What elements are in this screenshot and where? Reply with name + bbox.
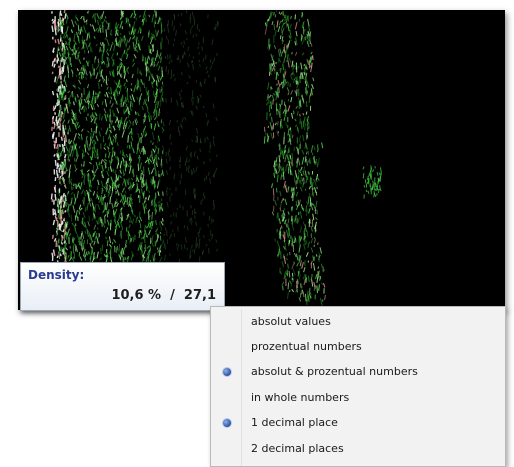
menu-item-absolut-values[interactable]: absolut values <box>211 310 505 335</box>
density-value: 10,6 % / 27,1 <box>111 288 216 303</box>
menu-item-1-decimal-place[interactable]: 1 decimal place <box>211 411 505 436</box>
menu-item-label: absolut values <box>251 315 331 328</box>
context-menu: absolut values prozentual numbers absolu… <box>210 306 506 467</box>
menu-item-prozentual-numbers[interactable]: prozentual numbers <box>211 335 505 360</box>
menu-item-label: prozentual numbers <box>251 340 362 353</box>
menu-item-label: absolut & prozentual numbers <box>251 365 418 378</box>
density-readout: Density: 10,6 % / 27,1 <box>20 262 225 311</box>
menu-item-absolut-and-prozentual[interactable]: absolut & prozentual numbers <box>211 360 505 385</box>
radio-bullet-icon <box>223 368 231 376</box>
menu-item-2-decimal-places[interactable]: 2 decimal places <box>211 437 505 462</box>
menu-item-label: in whole numbers <box>251 391 349 404</box>
density-label: Density: <box>28 268 84 282</box>
menu-item-whole-numbers[interactable]: in whole numbers <box>211 386 505 411</box>
radio-bullet-icon <box>223 419 231 427</box>
menu-item-label: 2 decimal places <box>251 442 344 455</box>
menu-item-label: 1 decimal place <box>251 416 338 429</box>
